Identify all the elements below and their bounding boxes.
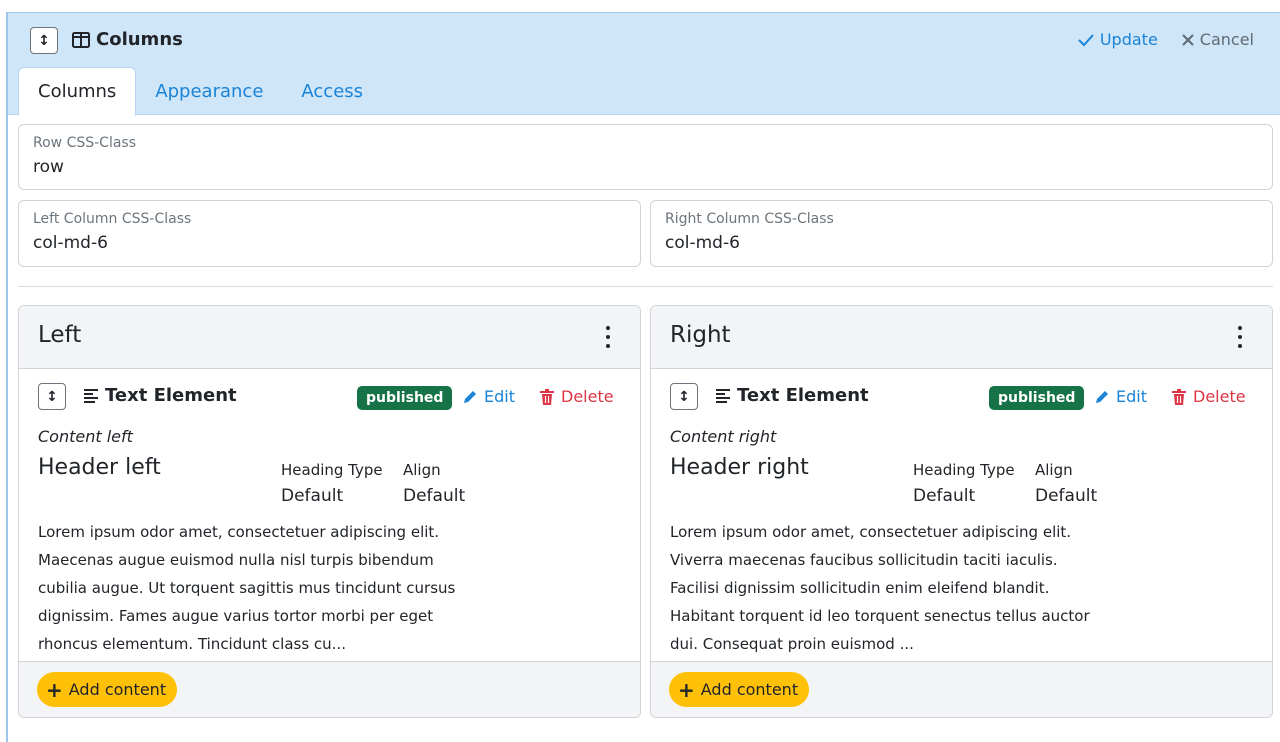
drag-handle-icon[interactable]: ↕ <box>30 27 58 54</box>
heading-type-label: Heading Type <box>913 461 1015 479</box>
column-header: Left <box>19 306 640 369</box>
left-column-css-class-field[interactable]: Left Column CSS-Class col-md-6 <box>18 200 641 267</box>
add-content-button[interactable]: + Add content <box>669 672 810 707</box>
text-lines-icon <box>716 388 730 403</box>
update-label: Update <box>1099 30 1158 49</box>
body-line: rhoncus elementum. Tincidunt class cu... <box>38 635 346 653</box>
content-heading: Header right <box>670 455 809 480</box>
columns-editor: ↕ Columns Update Cancel Columns Appearan… <box>6 12 1280 742</box>
delete-label: Delete <box>1193 387 1246 406</box>
text-lines-icon <box>84 388 98 403</box>
align-label: Align <box>403 461 441 479</box>
tab-appearance[interactable]: Appearance <box>136 67 282 115</box>
tab-access[interactable]: Access <box>282 67 382 115</box>
edit-label: Edit <box>1116 387 1147 406</box>
column-footer: + Add content <box>651 661 1272 717</box>
add-content-button[interactable]: + Add content <box>37 672 178 707</box>
trash-icon <box>540 388 554 405</box>
heading-type-value: Default <box>281 486 344 506</box>
more-vertical-icon[interactable] <box>1236 326 1244 348</box>
plus-icon: + <box>678 677 695 702</box>
divider <box>18 286 1273 287</box>
more-vertical-icon[interactable] <box>604 326 612 348</box>
add-content-label: Add content <box>700 680 799 699</box>
body-line: Viverra maecenas faucibus sollicitudin t… <box>670 551 1058 569</box>
right-column-css-class-label: Right Column CSS-Class <box>665 211 834 227</box>
columns-icon <box>72 31 90 48</box>
heading-type-label: Heading Type <box>281 461 383 479</box>
edit-button[interactable]: Edit <box>1094 387 1147 406</box>
trash-icon <box>1172 388 1186 405</box>
content-caption: Content right <box>670 427 777 446</box>
check-icon <box>1078 33 1094 46</box>
delete-button[interactable]: Delete <box>1172 387 1246 406</box>
content-heading: Header left <box>38 455 161 480</box>
heading-type-value: Default <box>913 486 976 506</box>
column-title: Left <box>38 322 82 348</box>
body-line: Lorem ipsum odor amet, consectetuer adip… <box>38 523 440 541</box>
row-css-class-field[interactable]: Row CSS-Class row <box>18 124 1273 190</box>
body-line: Facilisi dignissim sollicitudin enim ele… <box>670 579 1050 597</box>
body-line: cubilia augue. Ut torquent sagittis mus … <box>38 579 456 597</box>
drag-handle-icon[interactable]: ↕ <box>670 383 698 410</box>
header-actions: Update Cancel <box>1078 30 1254 49</box>
cancel-button[interactable]: Cancel <box>1182 30 1254 49</box>
body-line: dui. Consequat proin euismod ... <box>670 635 914 653</box>
cancel-label: Cancel <box>1199 30 1254 49</box>
left-column-card: Left ↕ Text Element published Edit Delet… <box>18 305 641 718</box>
right-column-css-class-input[interactable]: col-md-6 <box>665 233 740 253</box>
tab-columns[interactable]: Columns <box>18 67 137 116</box>
row-css-class-label: Row CSS-Class <box>33 135 136 151</box>
delete-button[interactable]: Delete <box>540 387 614 406</box>
body-line: Lorem ipsum odor amet, consectetuer adip… <box>670 523 1072 541</box>
left-column-css-class-input[interactable]: col-md-6 <box>33 233 108 253</box>
body-line: Habitant torquent id leo torquent senect… <box>670 607 1090 625</box>
content-caption: Content left <box>38 427 133 446</box>
row-css-class-input[interactable]: row <box>33 157 64 177</box>
body-line: Maecenas augue euismod nulla nisl turpis… <box>38 551 434 569</box>
body-line: dignissim. Fames augue varius tortor mor… <box>38 607 434 625</box>
plus-icon: + <box>46 677 63 702</box>
content-body: Lorem ipsum odor amet, consectetuer adip… <box>670 518 1140 658</box>
align-value: Default <box>403 486 466 506</box>
element-type-label: Text Element <box>737 385 869 406</box>
delete-label: Delete <box>561 387 614 406</box>
element-type-label: Text Element <box>105 385 237 406</box>
pencil-icon <box>1096 390 1108 403</box>
right-column-card: Right ↕ Text Element published Edit Dele… <box>650 305 1273 718</box>
editor-tabs: Columns Appearance Access <box>18 67 382 116</box>
status-badge: published <box>357 386 453 410</box>
column-header: Right <box>651 306 1272 369</box>
column-footer: + Add content <box>19 661 640 717</box>
editor-title-text: Columns <box>96 29 183 50</box>
update-button[interactable]: Update <box>1078 30 1158 49</box>
align-label: Align <box>1035 461 1073 479</box>
content-body: Lorem ipsum odor amet, consectetuer adip… <box>38 518 508 658</box>
editor-header: ↕ Columns Update Cancel Columns Appearan… <box>8 13 1280 116</box>
align-value: Default <box>1035 486 1098 506</box>
edit-button[interactable]: Edit <box>462 387 515 406</box>
element-title: Text Element <box>83 385 237 406</box>
status-badge: published <box>989 386 1085 410</box>
close-icon <box>1182 33 1194 46</box>
editor-title: Columns <box>72 29 183 50</box>
left-column-css-class-label: Left Column CSS-Class <box>33 211 192 227</box>
column-title: Right <box>670 322 731 348</box>
add-content-label: Add content <box>68 680 167 699</box>
right-column-css-class-field[interactable]: Right Column CSS-Class col-md-6 <box>650 200 1273 267</box>
edit-label: Edit <box>484 387 515 406</box>
drag-handle-icon[interactable]: ↕ <box>38 383 66 410</box>
element-title: Text Element <box>715 385 869 406</box>
pencil-icon <box>464 390 476 403</box>
